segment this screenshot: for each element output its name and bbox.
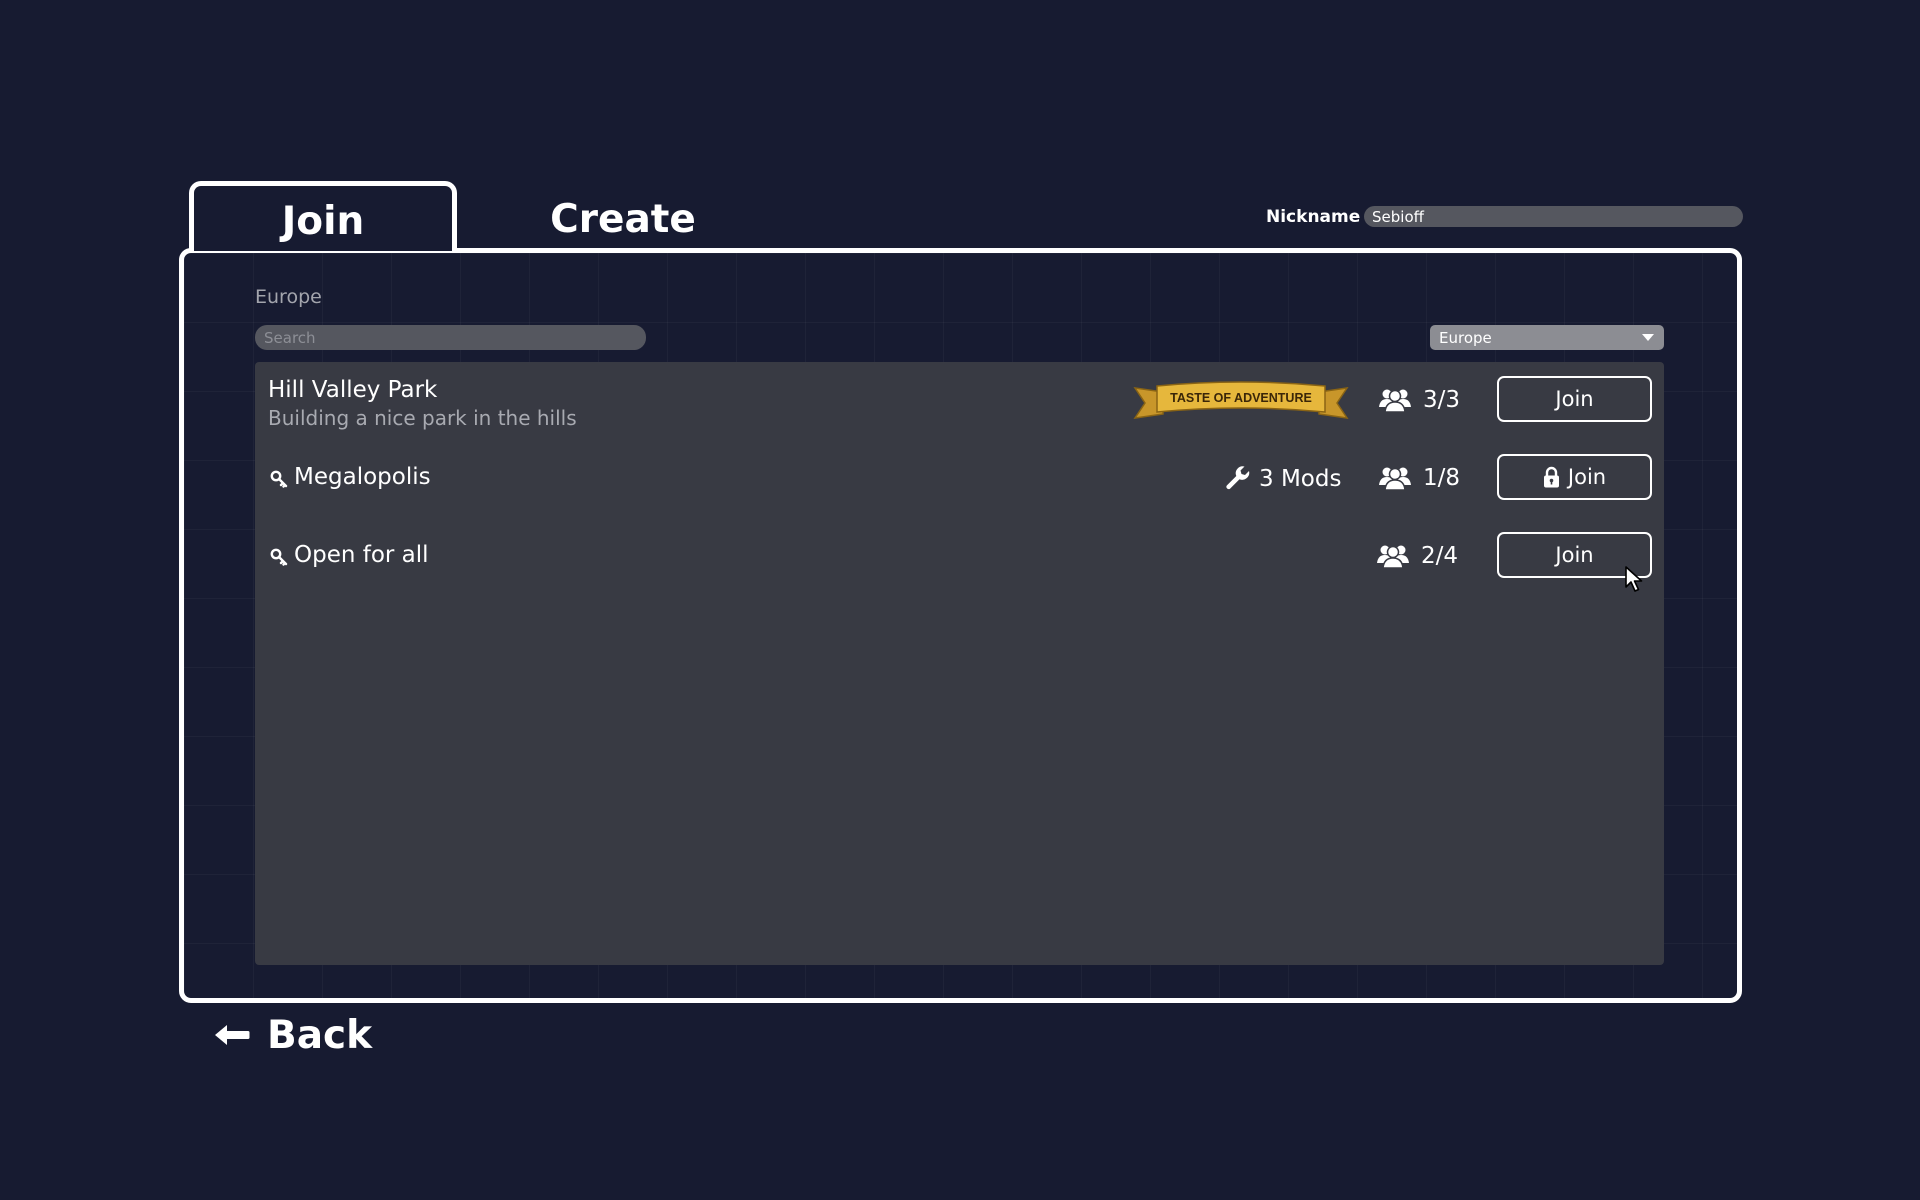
player-count-text: 3/3 [1423,387,1461,413]
back-label: Back [267,1012,373,1058]
player-count: 3/3 [1379,387,1460,413]
region-heading: Europe [255,286,322,308]
arrow-left-icon [215,1025,250,1045]
tab-join-label: Join [281,199,365,244]
server-row[interactable]: Hill Valley Park Building a nice park in… [255,362,1664,440]
mods-count-text: 3 Mods [1259,466,1342,492]
server-description: Building a nice park in the hills [268,406,577,430]
nickname-label: Nickname [1266,207,1361,227]
join-button-label: Join [1555,543,1594,567]
taste-of-adventure-badge: TASTE OF ADVENTURE [1133,380,1349,422]
back-button[interactable]: Back [214,1010,372,1060]
player-count-text: 1/8 [1423,465,1461,491]
lock-icon [1543,466,1559,488]
join-button-label: Join [1555,387,1594,411]
server-title: Megalopolis [270,464,431,490]
server-name: Megalopolis [294,464,431,490]
multiplayer-screen: Join Create Nickname Europe Europe Hill … [0,0,1920,1200]
search-input[interactable] [255,325,646,350]
nickname-input[interactable] [1364,206,1743,227]
server-row[interactable]: Open for all 2/4 Join [255,518,1664,596]
chevron-down-icon [1642,334,1654,341]
ribbon-banner-icon: TASTE OF ADVENTURE [1133,381,1349,419]
tab-create-label: Create [550,196,696,242]
wrench-icon [1226,466,1250,490]
player-count: 2/4 [1377,543,1458,569]
key-icon [270,548,288,566]
mods-count: 3 Mods [1225,466,1341,492]
server-name: Open for all [294,542,429,568]
people-icon [1377,545,1409,569]
player-count: 1/8 [1379,465,1460,491]
mouse-cursor-icon [1625,566,1643,592]
join-button[interactable]: Join [1497,376,1652,422]
region-dropdown-value: Europe [1439,328,1492,347]
people-icon [1379,389,1411,413]
server-name: Hill Valley Park [268,377,438,403]
tab-create[interactable]: Create [500,181,746,251]
join-button[interactable]: Join [1497,454,1652,500]
player-count-text: 2/4 [1421,543,1459,569]
server-title: Open for all [270,542,429,568]
tab-join[interactable]: Join [189,181,457,251]
region-dropdown[interactable]: Europe [1430,325,1664,350]
server-row[interactable]: Megalopolis 3 Mods 1/8 Join [255,440,1664,518]
join-button-label: Join [1567,465,1607,489]
people-icon [1379,467,1411,491]
server-list: Hill Valley Park Building a nice park in… [255,362,1664,965]
key-icon [270,470,288,488]
badge-text: TASTE OF ADVENTURE [1170,391,1312,405]
